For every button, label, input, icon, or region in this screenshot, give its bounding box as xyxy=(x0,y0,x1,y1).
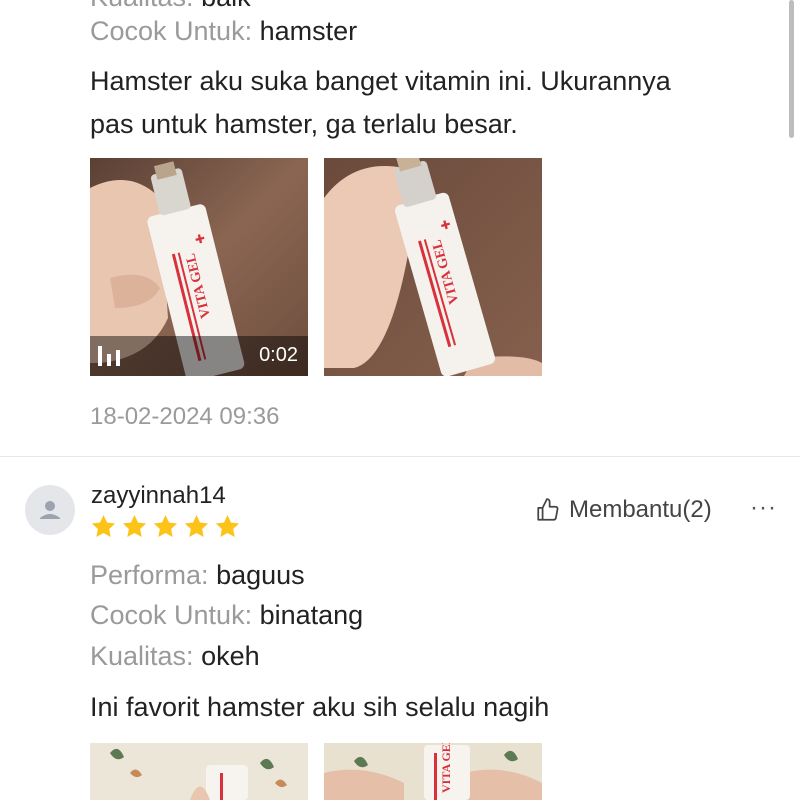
product-photo: VITA GEL xyxy=(324,743,542,800)
review1-attribute-suitable: Cocok Untuk: hamster xyxy=(90,16,357,47)
review1-text-line: pas untuk hamster, ga terlalu besar. xyxy=(90,109,518,139)
scrollbar[interactable] xyxy=(789,0,794,138)
review2-username[interactable]: zayyinnah14 xyxy=(91,482,226,510)
attribute-value: hamster xyxy=(259,16,358,46)
review2-attribute-suitable: Cocok Untuk: binatang xyxy=(90,600,363,631)
star-icon xyxy=(122,515,147,537)
attribute-value: binatang xyxy=(259,600,364,630)
review2-attribute-performance: Performa: baguus xyxy=(90,560,305,591)
product-label: VITA GEL xyxy=(439,743,453,793)
attribute-label: Performa: xyxy=(90,560,209,590)
attribute-label: Cocok Untuk: xyxy=(90,16,253,46)
review2-rating xyxy=(90,513,241,540)
review1-text-line: Hamster aku suka banget vitamin ini. Uku… xyxy=(90,66,671,96)
attribute-value: baguus xyxy=(216,560,305,590)
review1-photo-thumbnail[interactable]: VITA GEL ✚ xyxy=(324,158,542,376)
helpful-button[interactable]: Membantu(2) xyxy=(535,496,712,524)
video-play-icon xyxy=(96,344,124,373)
review1-video-thumbnail[interactable]: VITA GEL ✚ 0:02 xyxy=(90,158,308,376)
attribute-value: okeh xyxy=(201,641,260,671)
star-icon xyxy=(184,515,209,537)
review2-photo-thumbnail[interactable]: VITA GEL xyxy=(324,743,542,800)
thumbs-up-icon xyxy=(537,498,559,521)
review1-date: 18-02-2024 09:36 xyxy=(90,403,280,430)
helpful-label: Membantu(2) xyxy=(569,496,712,523)
review2-attribute-quality: Kualitas: okeh xyxy=(90,641,260,672)
video-duration: 0:02 xyxy=(259,344,298,366)
review2-text: Ini favorit hamster aku sih selalu nagih xyxy=(90,692,550,722)
attribute-label: Kualitas: xyxy=(90,0,194,12)
star-icon xyxy=(153,515,178,537)
review-divider xyxy=(0,456,800,457)
more-options-icon[interactable]: ··· xyxy=(750,494,777,522)
user-avatar-icon[interactable] xyxy=(25,485,75,535)
star-icon xyxy=(215,515,240,537)
star-icon xyxy=(91,515,116,537)
review1-partial-attribute: Kualitas: baik xyxy=(90,0,251,13)
product-photo xyxy=(90,743,308,800)
attribute-label: Kualitas: xyxy=(90,641,194,671)
review2-photo-thumbnail[interactable] xyxy=(90,743,308,800)
attribute-value: baik xyxy=(201,0,251,12)
product-photo: VITA GEL ✚ xyxy=(324,158,542,376)
attribute-label: Cocok Untuk: xyxy=(90,600,253,630)
review1-text: Hamster aku suka banget vitamin ini. Uku… xyxy=(90,60,671,146)
